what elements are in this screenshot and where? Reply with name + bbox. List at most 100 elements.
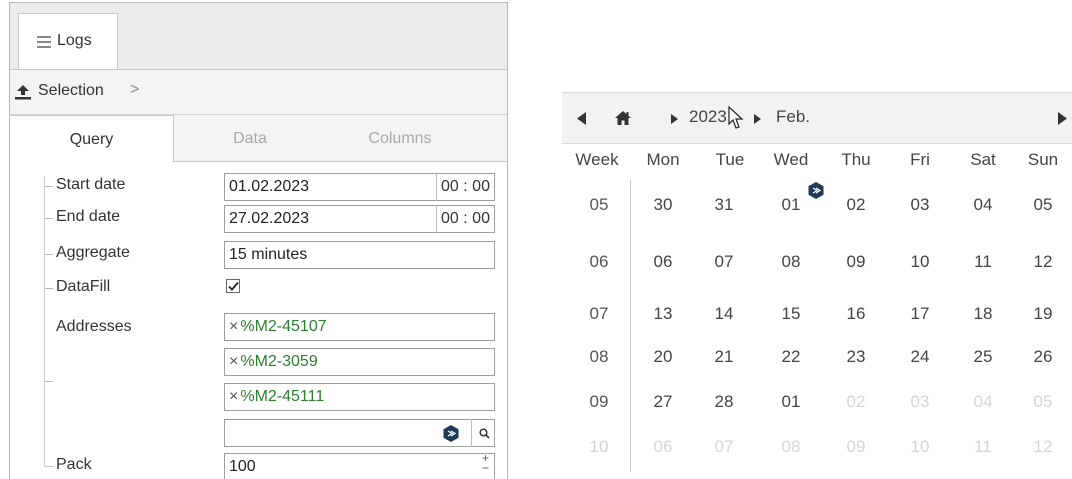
calendar-year[interactable]: 2023 <box>689 107 727 127</box>
calendar-day[interactable]: 17 <box>895 304 945 324</box>
end-time-input[interactable]: 00 : 00 <box>436 205 495 233</box>
search-button[interactable] <box>471 419 496 447</box>
calendar-month[interactable]: Feb. <box>776 107 810 127</box>
calendar-day[interactable]: 23 <box>831 347 881 367</box>
datafill-label: DataFill <box>56 278 111 295</box>
calendar-day[interactable]: 24 <box>895 347 945 367</box>
calendar-day[interactable]: 07 <box>699 437 749 457</box>
pack-input[interactable]: 100 <box>224 453 495 479</box>
menu-icon <box>37 36 51 51</box>
calendar-day[interactable]: 10 <box>895 252 945 272</box>
addresses-label: Addresses <box>56 318 132 335</box>
calendar-day[interactable]: 19 <box>1018 304 1068 324</box>
calendar-day[interactable]: 30 <box>638 195 688 215</box>
calendar-day[interactable]: 27 <box>638 392 688 412</box>
tab-logs[interactable]: Logs <box>18 13 118 69</box>
calendar-day[interactable]: 12 <box>1018 252 1068 272</box>
week-number: 06 <box>589 252 609 271</box>
subtab-bar: Query Data Columns <box>10 115 507 162</box>
month-arrow-icon[interactable] <box>754 114 761 124</box>
week-number: 09 <box>589 392 609 411</box>
calendar-day[interactable]: 10 <box>895 437 945 457</box>
week-number: 07 <box>589 304 609 323</box>
calendar-day[interactable]: 02 <box>831 195 881 215</box>
aggregate-select[interactable]: 15 minutes <box>224 241 495 269</box>
calendar-day[interactable]: 07 <box>699 252 749 272</box>
pack-stepper[interactable]: + − <box>482 452 489 474</box>
logs-panel: Logs Selection > Query Data Columns Star… <box>9 2 508 479</box>
week-number: 08 <box>589 347 609 366</box>
calendar-day[interactable]: 08 <box>766 252 816 272</box>
tree-connector <box>44 176 45 466</box>
tree-tick <box>45 381 53 382</box>
decrement-icon[interactable]: − <box>482 462 489 474</box>
selection-bar[interactable]: Selection > <box>10 70 507 115</box>
checkmark-icon <box>228 281 239 291</box>
calendar-day[interactable]: 15 <box>766 304 816 324</box>
tree-tick <box>45 186 53 187</box>
col-header-mon: Mon <box>646 150 680 169</box>
calendar-day[interactable]: 09 <box>831 437 881 457</box>
calendar-day[interactable]: 04 <box>958 195 1008 215</box>
address-chip[interactable]: × %M2-3059 <box>224 348 495 376</box>
col-header-wed: Wed <box>773 150 809 169</box>
tab-columns[interactable]: Columns <box>340 115 460 161</box>
address-chip[interactable]: × %M2-45111 <box>224 383 495 411</box>
calendar-day[interactable]: 28 <box>699 392 749 412</box>
remove-icon[interactable]: × <box>229 353 238 370</box>
hexagon-logo-icon[interactable] <box>443 425 459 447</box>
year-arrow-icon[interactable] <box>671 114 678 124</box>
calendar-day[interactable]: 02 <box>831 392 881 412</box>
calendar-day[interactable]: 01 <box>766 392 816 412</box>
start-time-input[interactable]: 00 : 00 <box>436 173 495 201</box>
calendar-day[interactable]: 06 <box>638 252 688 272</box>
week-number: 10 <box>589 437 609 456</box>
next-arrow-icon[interactable] <box>1058 112 1067 125</box>
col-header-week: Week <box>575 150 619 169</box>
remove-icon[interactable]: × <box>229 318 238 335</box>
calendar-day[interactable]: 12 <box>1018 437 1068 457</box>
end-date-input[interactable]: 27.02.2023 <box>224 205 437 233</box>
col-header-sat: Sat <box>970 150 996 169</box>
calendar-day[interactable]: 16 <box>831 304 881 324</box>
address-value: %M2-45111 <box>240 388 325 405</box>
calendar-day[interactable]: 06 <box>638 437 688 457</box>
calendar-day[interactable]: 31 <box>699 195 749 215</box>
tab-query[interactable]: Query <box>10 115 174 162</box>
calendar-day[interactable]: 26 <box>1018 347 1068 367</box>
calendar-day[interactable]: 25 <box>958 347 1008 367</box>
address-value: %M2-45107 <box>240 318 327 335</box>
calendar-day[interactable]: 11 <box>958 437 1008 457</box>
calendar-day[interactable]: 03 <box>895 195 945 215</box>
aggregate-label: Aggregate <box>56 244 130 261</box>
chevron-right-icon: > <box>130 81 140 98</box>
calendar-day[interactable]: 08 <box>766 437 816 457</box>
calendar-day[interactable]: 11 <box>958 252 1008 272</box>
week-divider <box>630 180 631 472</box>
mouse-cursor-icon <box>728 106 744 129</box>
upload-icon <box>14 84 32 105</box>
calendar-day[interactable]: 05 <box>1018 392 1068 412</box>
address-chip[interactable]: × %M2-45107 <box>224 313 495 341</box>
home-icon[interactable] <box>614 110 632 126</box>
tab-data[interactable]: Data <box>200 115 300 161</box>
calendar-day[interactable]: 03 <box>895 392 945 412</box>
calendar-day[interactable]: 05 <box>1018 195 1068 215</box>
remove-icon[interactable]: × <box>229 388 238 405</box>
selection-label: Selection <box>38 82 104 99</box>
col-header-fri: Fri <box>910 150 930 169</box>
calendar-day[interactable]: 21 <box>699 347 749 367</box>
prev-arrow-icon[interactable] <box>577 112 586 125</box>
calendar-day[interactable]: 13 <box>638 304 688 324</box>
calendar-day[interactable]: 22 <box>766 347 816 367</box>
col-header-sun: Sun <box>1027 150 1059 169</box>
calendar-day[interactable]: 14 <box>699 304 749 324</box>
datafill-checkbox[interactable] <box>226 279 240 293</box>
calendar-day[interactable]: 09 <box>831 252 881 272</box>
calendar-day[interactable]: 18 <box>958 304 1008 324</box>
calendar-day[interactable]: 20 <box>638 347 688 367</box>
start-date-input[interactable]: 01.02.2023 <box>224 173 437 201</box>
col-header-thu: Thu <box>841 150 871 169</box>
calendar-day[interactable]: 04 <box>958 392 1008 412</box>
tree-tick <box>45 288 53 289</box>
